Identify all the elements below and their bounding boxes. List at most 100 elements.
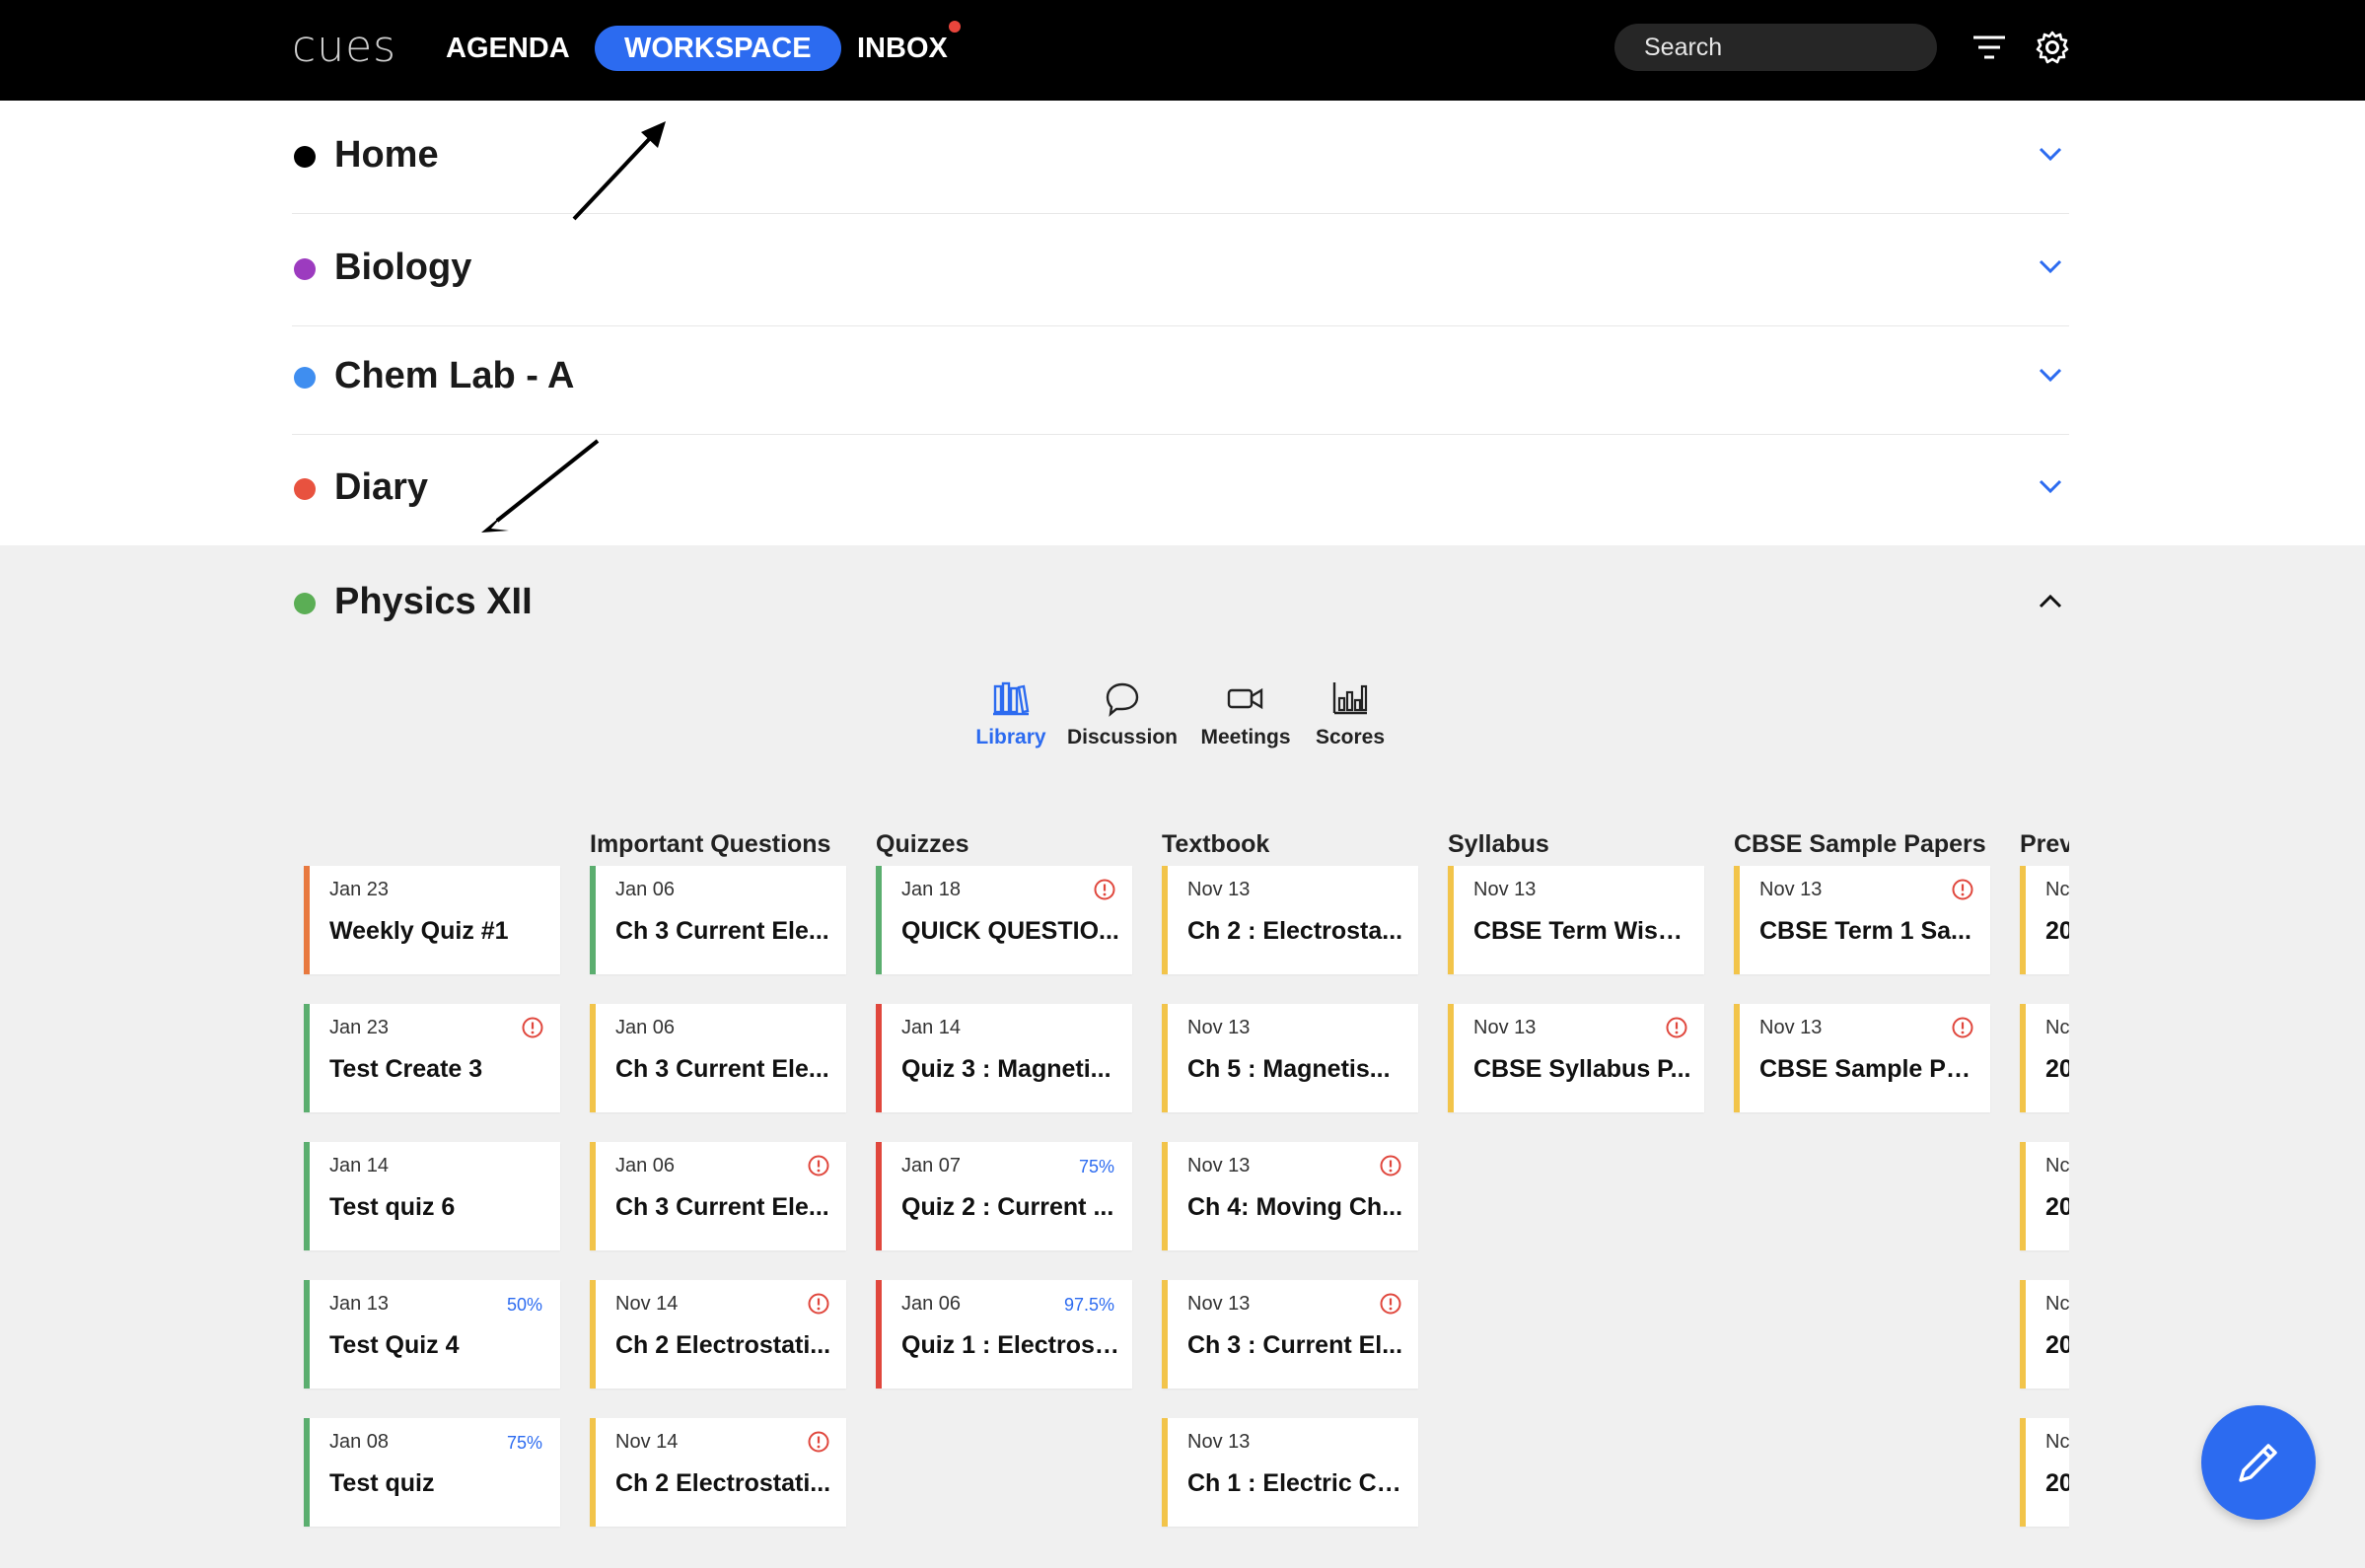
library-card[interactable]: Jan 14 Quiz 3 : Magneti... [876, 1004, 1132, 1112]
library-card[interactable]: Jan 23 Test Create 3 [304, 1004, 560, 1112]
card-date: Nc [2045, 1017, 2069, 1038]
chevron-up-icon[interactable] [2038, 591, 2063, 612]
section-chem-lab-a[interactable]: Chem Lab - A [292, 321, 2069, 435]
card-date: Nov 14 [615, 1293, 679, 1315]
card-date: Jan 08 [329, 1431, 390, 1453]
library-card[interactable]: Nov 13 CBSE Syllabus P... [1448, 1004, 1704, 1112]
compose-button[interactable] [2201, 1405, 2316, 1520]
alert-icon [1094, 879, 1115, 900]
alert-icon [1380, 1293, 1401, 1315]
alert-icon [1380, 1155, 1401, 1176]
card-title: Ch 3 Current Ele... [615, 1193, 829, 1221]
library-card[interactable]: Nc 20 [2020, 1004, 2069, 1112]
search-input[interactable]: Search [1614, 24, 1937, 71]
alert-icon [808, 1293, 829, 1315]
card-date: Jan 06 [615, 879, 676, 900]
card-title: Test quiz 6 [329, 1193, 456, 1221]
card-date: Nov 13 [1473, 1017, 1537, 1038]
card-date: Nov 13 [1759, 1017, 1823, 1038]
alert-icon [522, 1017, 543, 1038]
nav-workspace[interactable]: WORKSPACE [595, 26, 841, 71]
library-card[interactable]: Jan 13 Test Quiz 4 50% [304, 1280, 560, 1389]
card-title: Test quiz [329, 1469, 435, 1497]
card-title: Ch 3 Current Ele... [615, 917, 829, 945]
library-card[interactable]: Nc 20 [2020, 1280, 2069, 1389]
tab-scores[interactable]: Scores [1281, 678, 1419, 749]
card-title: Weekly Quiz #1 [329, 917, 509, 945]
section-physics-xii[interactable]: Physics XII [292, 545, 2069, 658]
filter-icon[interactable] [1970, 28, 2009, 67]
alert-icon [808, 1155, 829, 1176]
section-color-dot [294, 478, 316, 500]
gear-icon[interactable] [2033, 28, 2072, 67]
card-date: Jan 18 [901, 879, 962, 900]
card-title: Quiz 2 : Current ... [901, 1193, 1114, 1221]
section-name: Home [334, 134, 439, 176]
card-title: 20 [2045, 1193, 2069, 1221]
library-card[interactable]: Nov 14 Ch 2 Electrostati... [590, 1418, 846, 1527]
library-card[interactable]: Nov 13 Ch 5 : Magnetis... [1162, 1004, 1418, 1112]
library-card[interactable]: Jan 06 Quiz 1 : Electrost... 97.5% [876, 1280, 1132, 1389]
card-title: Ch 3 Current Ele... [615, 1055, 829, 1083]
section-diary[interactable]: Diary [292, 433, 2069, 545]
library-card[interactable]: Nov 14 Ch 2 Electrostati... [590, 1280, 846, 1389]
card-title: Test Create 3 [329, 1055, 483, 1083]
library-card[interactable]: Nov 13 CBSE Term 1 Sa... [1734, 866, 1990, 974]
search-placeholder: Search [1644, 34, 1723, 61]
chat-icon [1106, 682, 1139, 717]
library-card[interactable]: Jan 18 QUICK QUESTIO... [876, 866, 1132, 974]
tab-label: Discussion [1066, 726, 1179, 748]
section-home[interactable]: Home [292, 101, 2069, 214]
card-date: Jan 06 [615, 1155, 676, 1176]
library-card[interactable]: Nc 20 [2020, 1418, 2069, 1527]
nav-inbox[interactable]: INBOX [857, 26, 948, 71]
score-badge: 97.5% [1063, 1295, 1114, 1315]
library-card[interactable]: Nov 13 CBSE Sample Pa... [1734, 1004, 1990, 1112]
library-icon [993, 681, 1030, 716]
card-title: 20 [2045, 1055, 2069, 1083]
library-card[interactable]: Nov 13 Ch 3 : Current El... [1162, 1280, 1418, 1389]
section-biology[interactable]: Biology [292, 213, 2069, 326]
section-name: Chem Lab - A [334, 355, 575, 396]
alert-icon [1952, 1017, 1973, 1038]
card-date: Jan 13 [329, 1293, 390, 1315]
card-title: Ch 5 : Magnetis... [1187, 1055, 1391, 1083]
library-card[interactable]: Nc 20 [2020, 1142, 2069, 1250]
tab-label: Scores [1315, 726, 1386, 748]
card-title: CBSE Term Wise ... [1473, 917, 1692, 945]
card-title: Ch 2 Electrostati... [615, 1469, 831, 1497]
library-card[interactable]: Jan 06 Ch 3 Current Ele... [590, 1142, 846, 1250]
tab-discussion[interactable]: Discussion [1053, 678, 1191, 749]
chevron-down-icon[interactable] [2038, 364, 2063, 386]
nav-agenda[interactable]: AGENDA [446, 26, 570, 71]
pencil-icon [2239, 1444, 2277, 1482]
score-badge: 75% [1078, 1157, 1114, 1176]
card-title: 20 [2045, 1331, 2069, 1359]
library-card[interactable]: Nov 13 Ch 2 : Electrosta... [1162, 866, 1418, 974]
section-color-dot [294, 593, 316, 614]
library-card[interactable]: Nov 13 Ch 4: Moving Ch... [1162, 1142, 1418, 1250]
card-date: Nov 13 [1187, 1431, 1251, 1453]
library-card[interactable]: Jan 14 Test quiz 6 [304, 1142, 560, 1250]
library-card[interactable]: Nc 20 [2020, 866, 2069, 974]
library-card[interactable]: Nov 13 Ch 1 : Electric Ch... [1162, 1418, 1418, 1527]
alert-icon [1666, 1017, 1687, 1038]
card-date: Nov 13 [1187, 1017, 1251, 1038]
chevron-down-icon[interactable] [2038, 255, 2063, 277]
card-title: CBSE Sample Pa... [1759, 1055, 1978, 1083]
card-title: QUICK QUESTIO... [901, 917, 1119, 945]
alert-icon [808, 1431, 829, 1453]
score-badge: 75% [506, 1433, 542, 1453]
library-card[interactable]: Jan 06 Ch 3 Current Ele... [590, 1004, 846, 1112]
card-date: Jan 23 [329, 1017, 390, 1038]
library-card[interactable]: Jan 08 Test quiz 75% [304, 1418, 560, 1527]
card-date: Jan 14 [901, 1017, 962, 1038]
app-logo[interactable]: cues [292, 22, 396, 72]
inbox-notification-dot [949, 21, 961, 33]
library-card[interactable]: Nov 13 CBSE Term Wise ... [1448, 866, 1704, 974]
library-card[interactable]: Jan 06 Ch 3 Current Ele... [590, 866, 846, 974]
library-card[interactable]: Jan 23 Weekly Quiz #1 [304, 866, 560, 974]
chevron-down-icon[interactable] [2038, 475, 2063, 497]
chevron-down-icon[interactable] [2038, 143, 2063, 165]
library-card[interactable]: Jan 07 Quiz 2 : Current ... 75% [876, 1142, 1132, 1250]
